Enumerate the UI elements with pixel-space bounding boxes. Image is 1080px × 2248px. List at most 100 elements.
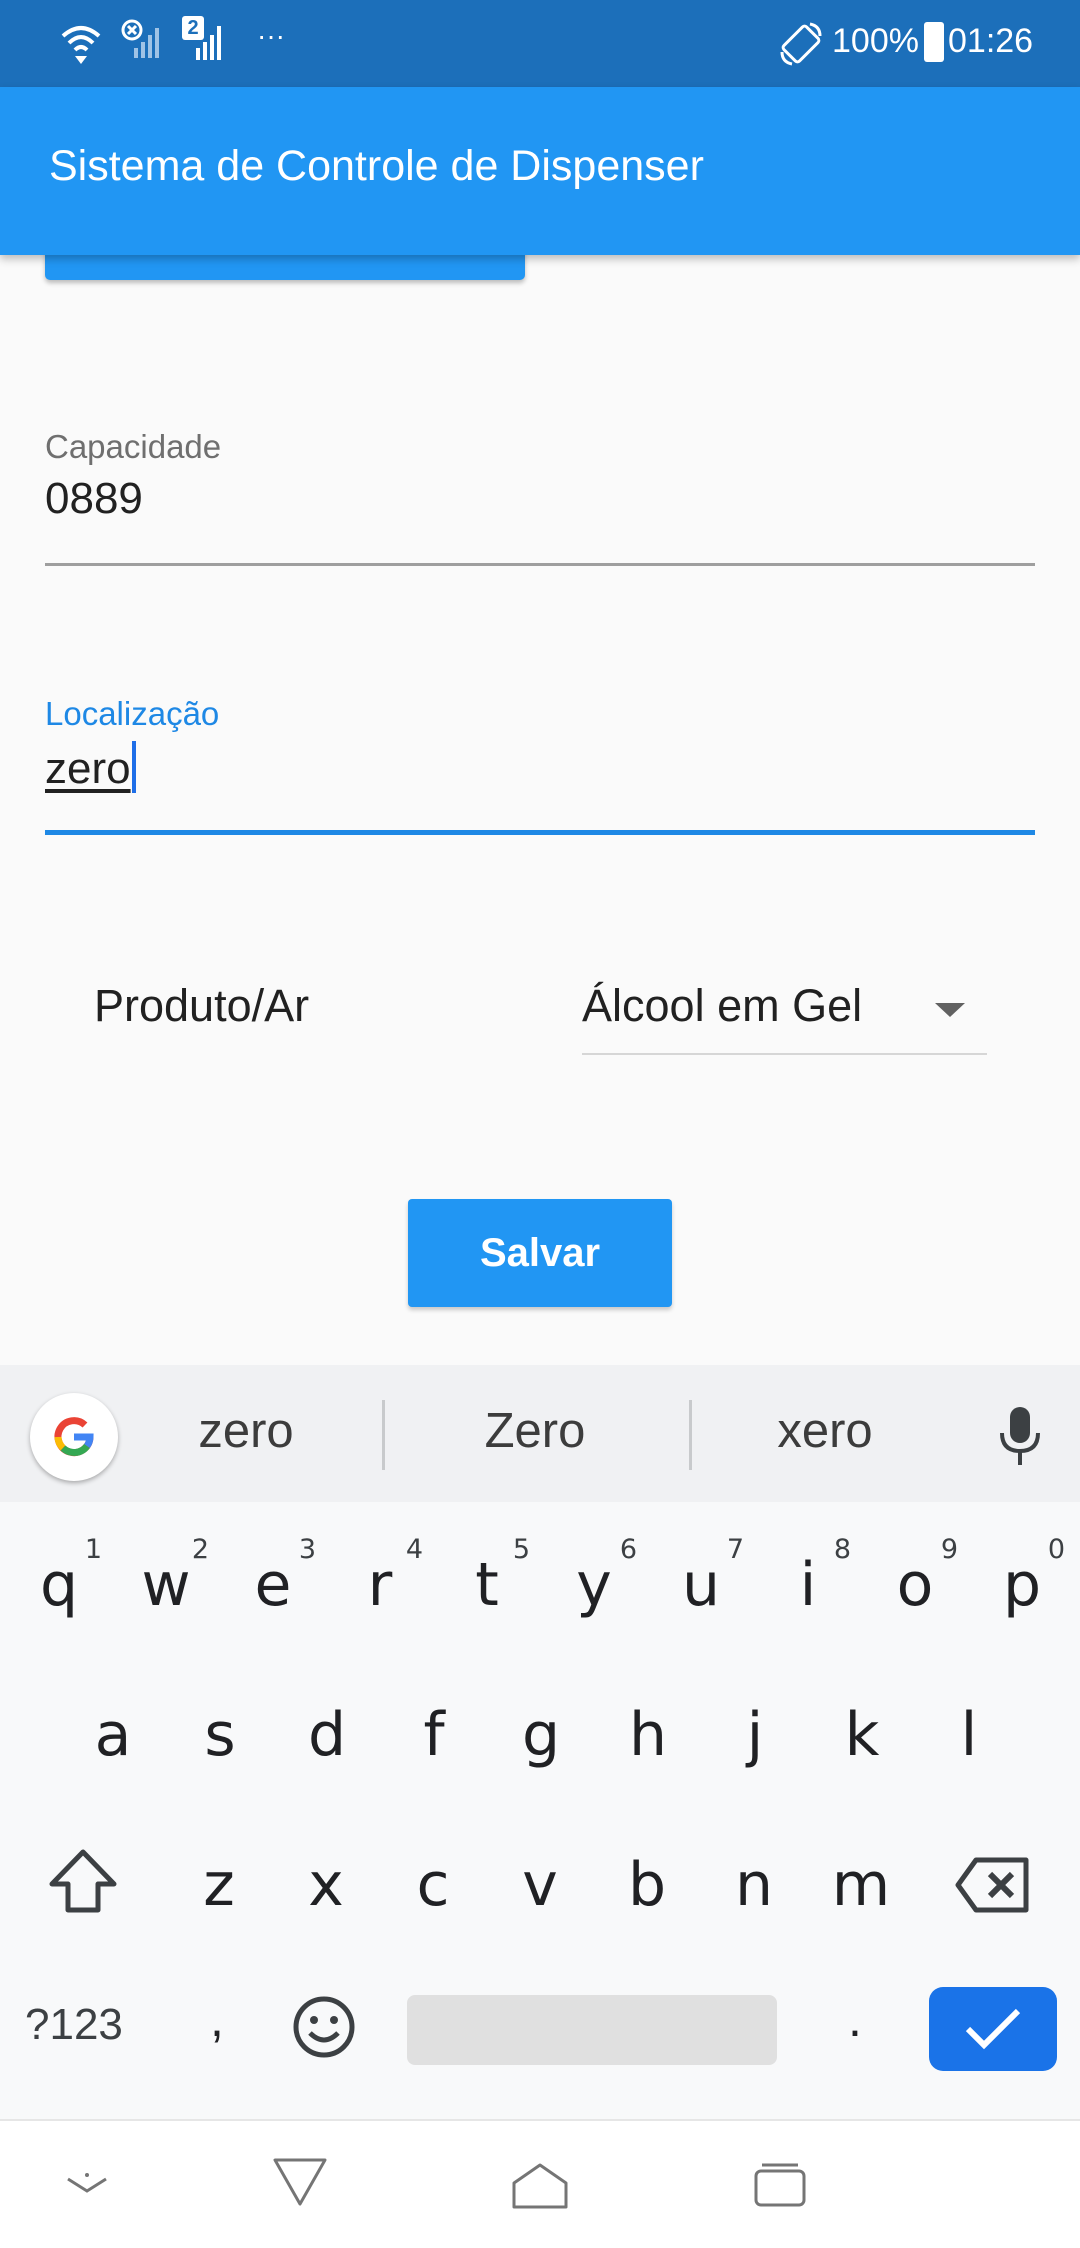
key-l[interactable]: l (916, 1660, 1022, 1810)
dropdown-arrow-icon (935, 1003, 965, 1017)
status-bar: 2 ··· 100% 01:26 (0, 0, 1080, 87)
key-u[interactable]: u7 (648, 1510, 754, 1660)
page-title: Sistema de Controle de Dispenser (49, 142, 704, 190)
check-icon (965, 2008, 1021, 2050)
back-icon[interactable] (272, 2157, 328, 2207)
key-label: v (522, 1850, 558, 1920)
key-hint: 5 (512, 1534, 530, 1565)
key-a[interactable]: a (60, 1660, 166, 1810)
done-key[interactable] (929, 1987, 1057, 2071)
key-hint: 0 (1047, 1534, 1065, 1565)
key-hint: 3 (298, 1534, 316, 1565)
save-button[interactable]: Salvar (408, 1199, 672, 1307)
key-label: s (204, 1700, 236, 1770)
location-label: Localização (45, 695, 220, 732)
key-m[interactable]: m (808, 1810, 914, 1960)
key-p[interactable]: p0 (969, 1510, 1075, 1660)
key-c[interactable]: c (380, 1810, 486, 1960)
key-label: g (521, 1700, 561, 1770)
space-key[interactable] (407, 1995, 777, 2065)
comma-key[interactable]: , (210, 1990, 224, 2048)
suggestion-2[interactable]: Zero (395, 1403, 675, 1459)
key-q[interactable]: q1 (6, 1510, 112, 1660)
key-label: f (423, 1700, 445, 1770)
microphone-icon[interactable] (994, 1405, 1046, 1469)
key-label: b (627, 1850, 667, 1920)
symbols-key[interactable]: ?123 (25, 2000, 123, 2050)
hide-keyboard-icon[interactable] (64, 2171, 110, 2199)
key-f[interactable]: f (381, 1660, 487, 1810)
product-dropdown[interactable]: Álcool em Gel (582, 975, 987, 1055)
emoji-icon[interactable] (292, 1995, 356, 2059)
shift-icon[interactable] (48, 1848, 118, 1914)
key-h[interactable]: h (595, 1660, 701, 1810)
key-hint: 7 (726, 1534, 744, 1565)
key-label: j (746, 1700, 764, 1770)
location-underline (45, 830, 1035, 835)
period-key[interactable]: . (848, 1990, 862, 2048)
key-i[interactable]: i8 (755, 1510, 861, 1660)
key-hint: 4 (405, 1534, 423, 1565)
suggestion-3[interactable]: xero (685, 1403, 965, 1459)
key-label: z (203, 1850, 235, 1920)
key-d[interactable]: d (274, 1660, 380, 1810)
key-label: l (960, 1700, 978, 1770)
key-w[interactable]: w2 (113, 1510, 219, 1660)
location-input[interactable]: zero (45, 741, 136, 794)
key-v[interactable]: v (487, 1810, 593, 1960)
product-selected: Álcool em Gel (582, 980, 863, 1031)
capacity-underline (45, 563, 1035, 566)
backspace-icon[interactable] (954, 1856, 1030, 1914)
key-j[interactable]: j (702, 1660, 808, 1810)
key-z[interactable]: z (166, 1810, 272, 1960)
key-o[interactable]: o9 (862, 1510, 968, 1660)
key-label: x (308, 1850, 344, 1920)
key-y[interactable]: y6 (541, 1510, 647, 1660)
key-b[interactable]: b (594, 1810, 700, 1960)
key-label: m (831, 1850, 891, 1920)
key-label: h (628, 1700, 668, 1770)
capacity-input[interactable]: 0889 (45, 474, 143, 524)
clock: 01:26 (948, 22, 1034, 60)
recents-icon[interactable] (752, 2161, 808, 2209)
key-r[interactable]: r4 (327, 1510, 433, 1660)
google-button[interactable] (30, 1393, 118, 1481)
key-x[interactable]: x (273, 1810, 379, 1960)
rotate-icon (780, 22, 822, 66)
key-hint: 6 (619, 1534, 637, 1565)
app-bar: Sistema de Controle de Dispenser (0, 87, 1080, 255)
navigation-bar (0, 2119, 1080, 2248)
product-label: Produto/Ar (94, 980, 310, 1031)
key-label: n (734, 1850, 774, 1920)
key-s[interactable]: s (167, 1660, 273, 1810)
key-label: k (844, 1700, 880, 1770)
suggestion-1[interactable]: zero (106, 1403, 386, 1459)
key-hint: 2 (191, 1534, 209, 1565)
key-hint: 8 (833, 1534, 851, 1565)
key-label: c (416, 1850, 450, 1920)
location-value: zero (45, 744, 131, 793)
signal-icon (196, 26, 221, 60)
battery-icon (924, 22, 944, 62)
home-icon[interactable] (510, 2161, 570, 2211)
battery-percent: 100% (832, 22, 919, 60)
keyboard-suggestion-bar: zero Zero xero (0, 1365, 1080, 1502)
wifi-icon (61, 26, 101, 64)
key-t[interactable]: t5 (434, 1510, 540, 1660)
key-g[interactable]: g (488, 1660, 594, 1810)
sim2-signal: 2 (182, 16, 230, 62)
key-hint: 1 (84, 1534, 102, 1565)
key-e[interactable]: e3 (220, 1510, 326, 1660)
capacity-label: Capacidade (45, 428, 222, 465)
key-label: a (94, 1700, 132, 1770)
key-label: d (307, 1700, 347, 1770)
signal-no-sim-icon (121, 19, 159, 58)
suggestion-divider (382, 1400, 385, 1470)
google-logo-icon (54, 1417, 94, 1457)
key-n[interactable]: n (701, 1810, 807, 1960)
key-k[interactable]: k (809, 1660, 915, 1810)
key-hint: 9 (940, 1534, 958, 1565)
text-cursor (131, 741, 136, 793)
dropdown-underline (582, 1053, 987, 1055)
overflow-indicator: ··· (257, 20, 285, 51)
